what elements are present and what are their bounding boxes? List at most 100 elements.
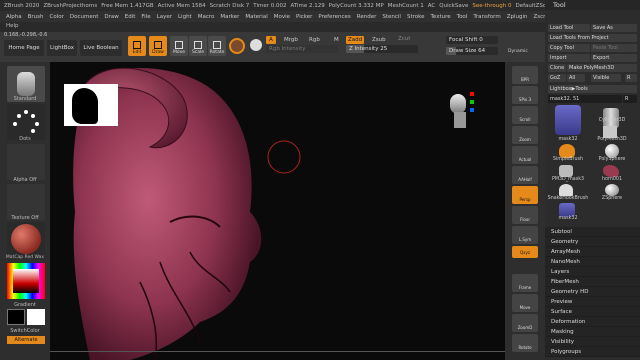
help-label[interactable]: Help bbox=[6, 23, 19, 29]
menu-edit[interactable]: Edit bbox=[125, 14, 136, 20]
menu-movie[interactable]: Movie bbox=[274, 14, 290, 20]
menu-color[interactable]: Color bbox=[50, 14, 64, 20]
lsym-button[interactable]: L.Sym bbox=[512, 226, 538, 244]
zoom-button[interactable]: Zoom bbox=[512, 126, 538, 144]
subpalette-geometry[interactable]: Geometry bbox=[545, 237, 640, 247]
dots-stroke-thumb[interactable] bbox=[7, 104, 45, 140]
load-tool-button[interactable]: Load Tool bbox=[548, 24, 590, 32]
tool-thumb-horn[interactable] bbox=[603, 165, 619, 177]
menu-tool[interactable]: Tool bbox=[457, 14, 468, 20]
frame-button[interactable]: Frame bbox=[512, 274, 538, 292]
home-page-button[interactable]: Home Page bbox=[4, 40, 44, 56]
main-color-swatch[interactable] bbox=[7, 309, 25, 325]
menu-document[interactable]: Document bbox=[70, 14, 99, 20]
secondary-color-swatch[interactable] bbox=[27, 309, 45, 325]
menu-render[interactable]: Render bbox=[357, 14, 377, 20]
clone-button[interactable]: Clone bbox=[548, 64, 566, 72]
seethrough-slider[interactable]: See-through 0 bbox=[472, 3, 511, 9]
menu-light[interactable]: Light bbox=[178, 14, 192, 20]
alternate-button[interactable]: Alternate bbox=[7, 336, 45, 344]
draw-mode-button[interactable]: Draw bbox=[149, 36, 167, 56]
menu-picker[interactable]: Picker bbox=[296, 14, 312, 20]
qxyz-button[interactable]: Qxyz bbox=[512, 246, 538, 258]
tool-thumb-polysphere[interactable] bbox=[605, 144, 619, 158]
subpalette-preview[interactable]: Preview bbox=[545, 297, 640, 307]
brush-swirl-icon[interactable] bbox=[250, 39, 262, 51]
tool-thumb-zsphere[interactable] bbox=[605, 184, 619, 196]
quicksave-button[interactable]: QuickSave bbox=[439, 3, 468, 9]
mrgb-toggle[interactable]: Mrgb bbox=[284, 37, 298, 43]
scale-mode-button[interactable]: Scale bbox=[189, 36, 207, 56]
goz-button[interactable]: GoZ bbox=[548, 74, 566, 82]
rotate-view-button[interactable]: Rotate bbox=[512, 334, 538, 352]
current-tool-slider[interactable]: mask32. 51 bbox=[548, 95, 622, 103]
menu-file[interactable]: File bbox=[141, 14, 150, 20]
subpalette-layers[interactable]: Layers bbox=[545, 267, 640, 277]
z-intensity-slider[interactable]: Z Intensity 25 bbox=[346, 45, 418, 53]
canvas-viewport[interactable] bbox=[50, 62, 505, 360]
subpalette-surface[interactable]: Surface bbox=[545, 307, 640, 317]
navigation-head-gizmo[interactable] bbox=[448, 92, 474, 132]
menu-zplugin[interactable]: Zplugin bbox=[507, 14, 528, 20]
import-button[interactable]: Import bbox=[548, 54, 590, 62]
floor-button[interactable]: Floor bbox=[512, 206, 538, 224]
subpalette-arraymesh[interactable]: ArrayMesh bbox=[545, 247, 640, 257]
menu-transform[interactable]: Transform bbox=[473, 14, 500, 20]
spix-button[interactable]: SPix 3 bbox=[512, 86, 538, 104]
all-button[interactable]: All bbox=[567, 74, 585, 82]
move-mode-button[interactable]: Move bbox=[170, 36, 188, 56]
menu-brush[interactable]: Brush bbox=[28, 14, 44, 20]
alpha-thumb[interactable] bbox=[7, 144, 45, 180]
menu-stroke[interactable]: Stroke bbox=[407, 14, 425, 20]
subpalette-polygroups[interactable]: Polygroups bbox=[545, 347, 640, 357]
menu-material[interactable]: Material bbox=[245, 14, 267, 20]
color-square[interactable] bbox=[13, 269, 39, 293]
a-toggle[interactable]: A bbox=[266, 36, 276, 44]
menu-alpha[interactable]: Alpha bbox=[6, 14, 22, 20]
dynamic-toggle[interactable]: Dynamic bbox=[508, 49, 528, 54]
rotate-mode-button[interactable]: Rotate bbox=[208, 36, 226, 56]
tool-thumb-simplebrush[interactable] bbox=[559, 144, 575, 158]
lightbox-tools-button[interactable]: Lightbox▶Tools bbox=[548, 85, 637, 93]
export-button[interactable]: Export bbox=[591, 54, 637, 62]
menu-preferences[interactable]: Preferences bbox=[318, 14, 350, 20]
zcut-toggle[interactable]: Zcut bbox=[398, 36, 410, 42]
matcap-thumb[interactable] bbox=[7, 222, 45, 258]
demon-head-sculpt[interactable] bbox=[50, 62, 505, 360]
material-sphere-icon[interactable] bbox=[229, 38, 245, 54]
move-view-button[interactable]: Move bbox=[512, 294, 538, 312]
edit-mode-button[interactable]: Edit bbox=[128, 36, 146, 56]
zadd-toggle[interactable]: Zadd bbox=[346, 36, 364, 44]
color-picker[interactable] bbox=[7, 263, 45, 299]
scroll-button[interactable]: Scroll bbox=[512, 106, 538, 124]
subpalette-geometry-hd[interactable]: Geometry HD bbox=[545, 287, 640, 297]
zoomd-button[interactable]: ZoomD bbox=[512, 314, 538, 332]
r-button[interactable]: R bbox=[625, 74, 637, 82]
menu-macro[interactable]: Macro bbox=[198, 14, 215, 20]
tool-thumb-mask32[interactable] bbox=[555, 105, 581, 135]
subpalette-masking[interactable]: Masking bbox=[545, 327, 640, 337]
menu-layer[interactable]: Layer bbox=[157, 14, 172, 20]
rgb-intensity-slider[interactable]: Rgb Intensity bbox=[266, 45, 338, 53]
save-as-button[interactable]: Save As bbox=[591, 24, 637, 32]
actual-button[interactable]: Actual bbox=[512, 146, 538, 164]
rgb-toggle[interactable]: Rgb bbox=[309, 37, 320, 43]
persp-button[interactable]: Persp bbox=[512, 186, 538, 204]
m-toggle[interactable]: M bbox=[334, 37, 339, 43]
zsub-toggle[interactable]: Zsub bbox=[372, 37, 386, 43]
load-from-project-button[interactable]: Load Tools From Project bbox=[548, 34, 637, 42]
tool-thumb-mask32-small[interactable] bbox=[559, 203, 575, 217]
draw-size-slider[interactable]: Draw Size 64 bbox=[446, 47, 498, 55]
r-slider-button[interactable]: R bbox=[623, 95, 637, 103]
focal-shift-slider[interactable]: Focal Shift 0 bbox=[446, 36, 498, 44]
paste-tool-button[interactable]: Paste Tool bbox=[591, 44, 637, 52]
menu-marker[interactable]: Marker bbox=[220, 14, 239, 20]
bpr-button[interactable]: BPR bbox=[512, 66, 538, 84]
switchcolor-button[interactable]: SwitchColor bbox=[0, 328, 50, 334]
copy-tool-button[interactable]: Copy Tool bbox=[548, 44, 590, 52]
visible-button[interactable]: Visible bbox=[591, 74, 621, 82]
menu-stencil[interactable]: Stencil bbox=[382, 14, 401, 20]
live-boolean-button[interactable]: Live Boolean bbox=[80, 40, 122, 56]
make-polymesh-button[interactable]: Make PolyMesh3D bbox=[567, 64, 637, 72]
menu-draw[interactable]: Draw bbox=[104, 14, 118, 20]
